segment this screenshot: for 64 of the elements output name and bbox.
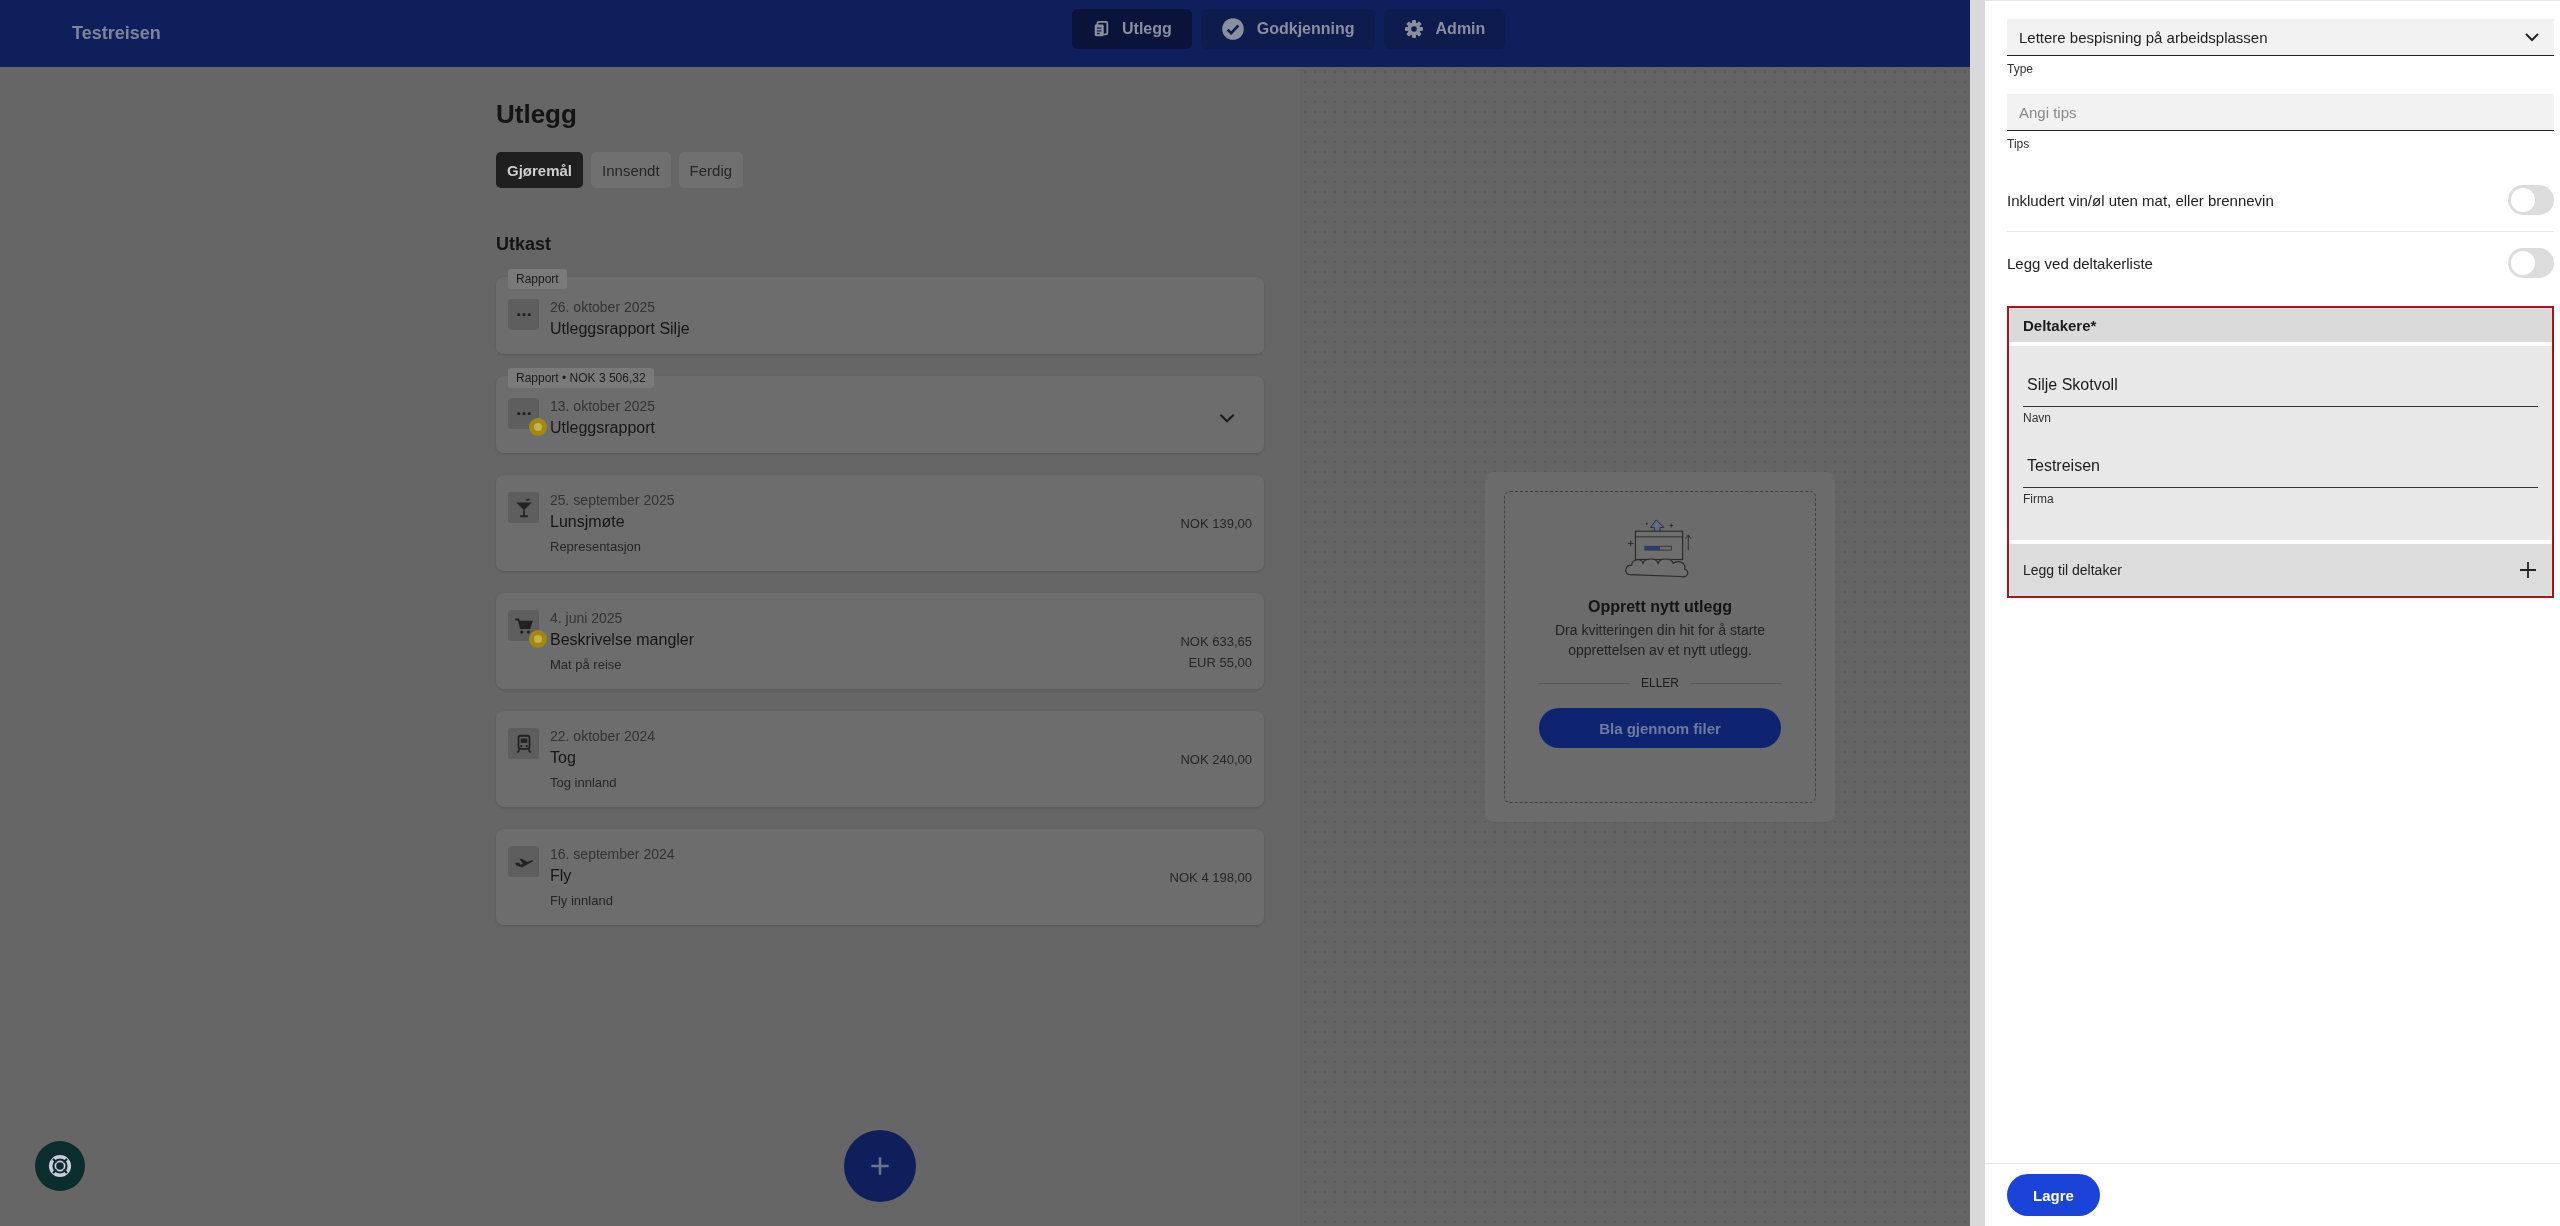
nav-tab[interactable]: Godkjenning [1200,9,1375,49]
field-label: Firma [2023,492,2055,506]
item-category: Fly innland [550,893,614,908]
settings-icon [1403,19,1424,39]
item-date: 22. oktober 2024 [550,728,657,744]
item-title: Fly [550,867,573,885]
participants-title: Deltakere* [2023,316,2097,334]
nav-tab[interactable]: Utlegg [1072,9,1192,49]
plus-icon [2518,560,2538,580]
page-title: Utlegg [496,99,578,130]
nav-tab[interactable]: Admin [1383,9,1506,49]
tips-field[interactable]: Angi tips [2007,94,2554,131]
text-field[interactable]: Testreisen [2023,445,2538,488]
divider-label: ELLER [1641,676,1679,690]
item-category: Representasjon [550,539,643,554]
check-circle-icon [1220,17,1245,41]
field-label: Navn [2023,411,2052,425]
item-category: Mat på reise [550,657,623,672]
item-amount: NOK 4 198,00 [1169,870,1252,885]
item-date: 13. oktober 2025 [550,398,657,414]
help-button[interactable] [35,1141,85,1191]
app-title: Testreisen [72,23,161,44]
save-button[interactable]: Lagre [2007,1174,2100,1216]
item-date: 26. oktober 2025 [550,299,657,315]
item-title: Lunsjmøte [550,513,626,531]
drop-description: Dra kvitteringen din hit for å starte opprettelsen av et nytt utlegg. [1553,621,1767,660]
field-label: Type [2007,62,2034,76]
filter-tab[interactable]: Ferdig [678,152,744,188]
add-participant-button[interactable]: Legg til deltaker [2009,544,2552,596]
item-amount: NOK 240,00 [1180,752,1252,767]
item-category: Tog innland [550,775,618,790]
report-tag: Rapport [508,269,567,289]
filter-tab[interactable]: Innsendt [591,152,671,188]
expense-card[interactable]: 16. september 2024 Fly Fly innland NOK 4 198,00 [496,829,1264,925]
item-date: 4. juni 2025 [550,610,624,626]
toggle-label: Legg ved deltakerliste [2007,254,2153,272]
item-title: Utleggsrapport [550,419,656,437]
drop-zone[interactable]: Opprett nytt utlegg Dra kvitteringen din hit for å starte opprettelsen av et nytt utlegg. ELLER Bla gjennom filer [1504,491,1816,803]
item-title: Utleggsrapport Silje [550,320,691,338]
toggle-label: Inkludert vin/øl uten mat, eller brennevin [2007,191,2274,209]
report-tag: Rapport • NOK 3 506,32 [508,368,654,388]
more-icon [516,312,531,317]
more-icon [516,411,531,416]
expense-card[interactable]: 25. september 2025 Lunsjmøte Representasjon NOK 139,00 [496,475,1264,571]
toggle-switch[interactable] [2508,248,2554,278]
type-select[interactable]: Lettere bespisning på arbeidsplassen [2007,19,2554,56]
expense-card[interactable]: 4. juni 2025 Beskrivelse mangler Mat på reise NOK 633,65 EUR 55,00 [496,593,1264,689]
item-date: 25. september 2025 [550,492,676,508]
document-icon [1092,20,1110,38]
lifebuoy-icon [46,1152,74,1180]
item-title: Tog [550,749,577,767]
expense-card[interactable]: 22. oktober 2024 Tog Tog innland NOK 240,00 [496,711,1264,807]
item-amount: EUR 55,00 [1188,655,1252,670]
item-date: 16. september 2024 [550,846,676,862]
item-amount: NOK 633,65 [1180,634,1252,649]
section-title: Utkast [496,234,553,255]
text-field[interactable]: Silje Skotvoll [2023,364,2538,407]
item-amount: NOK 139,00 [1180,516,1252,531]
field-label: Tips [2007,137,2031,151]
toggle-switch[interactable] [2508,185,2554,215]
drop-title: Opprett nytt utlegg [1588,598,1732,616]
filter-tab[interactable]: Gjøremål [496,152,584,188]
item-title: Beskrivelse mangler [550,631,696,649]
browse-files-button[interactable]: Bla gjennom filer [1539,708,1781,748]
